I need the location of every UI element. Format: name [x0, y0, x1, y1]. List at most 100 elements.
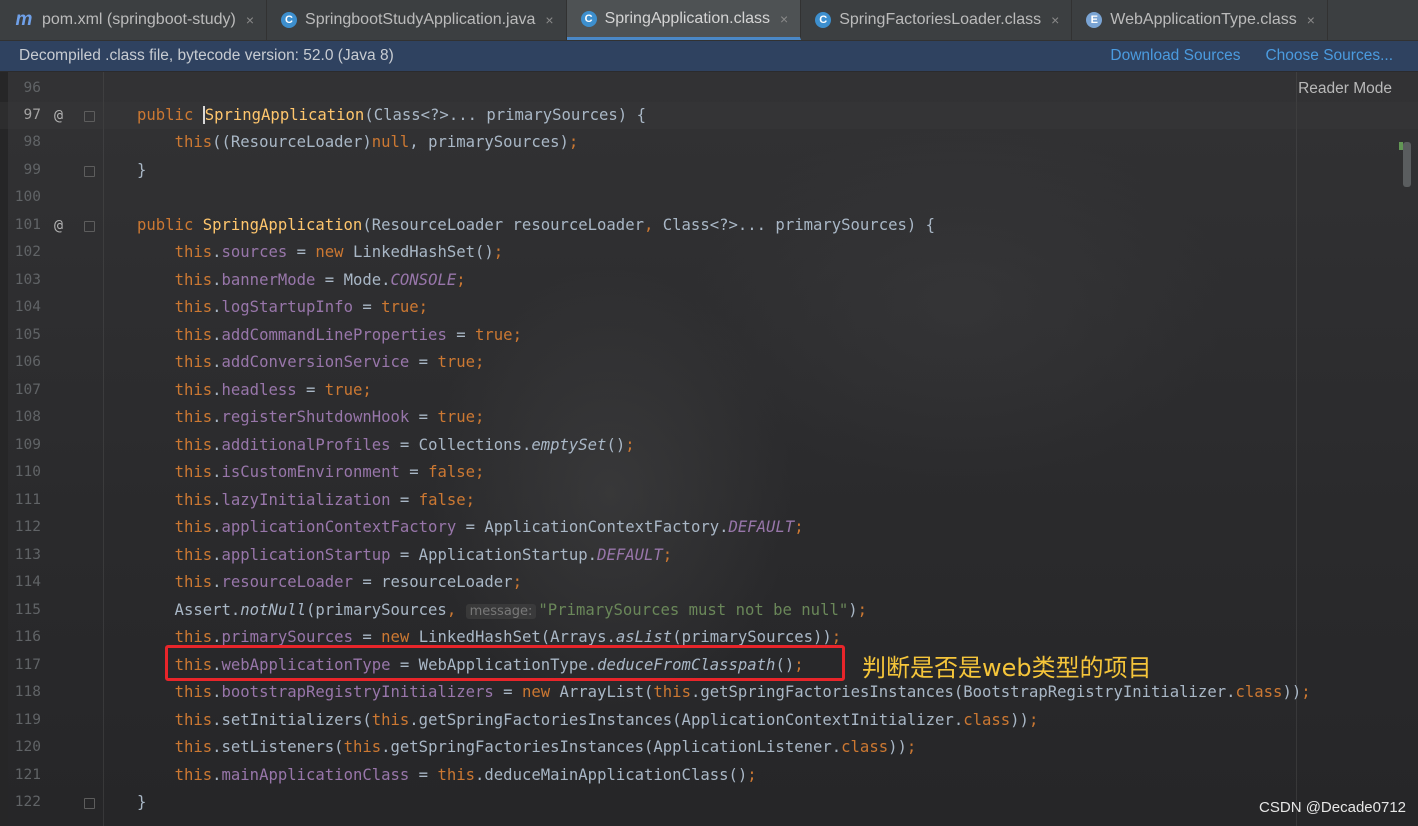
watermark: CSDN @Decade0712 [1259, 799, 1406, 816]
code-line: 109 this.additionalProfiles = Collection… [0, 432, 1418, 459]
code-text: this.lazyInitialization = false; [174, 491, 476, 509]
tab-springapplication-class[interactable]: C SpringApplication.class × [566, 0, 802, 40]
tab-pom-xml-springboot-study[interactable]: m pom.xml (springboot-study) × [0, 0, 268, 40]
maven-icon: m [15, 9, 33, 30]
code-text: this.additionalProfiles = Collections.em… [174, 436, 635, 454]
tab-label: WebApplicationType.class [1110, 11, 1297, 28]
code-line: 107 this.headless = true; [0, 377, 1418, 404]
code-line: 121 this.mainApplicationClass = this.ded… [0, 762, 1418, 789]
line-number: 115 [14, 602, 41, 618]
tab-springbootstudyapplication-java[interactable]: C SpringbootStudyApplication.java × [267, 0, 567, 40]
code-text: this.applicationStartup = ApplicationSta… [174, 546, 673, 564]
code-text: Assert.notNull(primarySources, message: "… [137, 601, 868, 619]
close-icon[interactable]: × [246, 12, 254, 28]
code-line: 96 [0, 75, 1418, 102]
code-line: 101 @ public SpringApplication(ResourceL… [0, 212, 1418, 239]
line-number: 98 [23, 134, 41, 150]
line-number: 97 [23, 107, 41, 123]
decompiled-notice-text: Decompiled .class file, bytecode version… [19, 47, 394, 64]
code-text: public SpringApplication(Class<?>... pri… [137, 106, 646, 124]
line-number: 96 [23, 80, 41, 96]
line-number: 99 [23, 162, 41, 178]
code-line: 112 this.applicationContextFactory = App… [0, 514, 1418, 541]
code-text: this.headless = true; [174, 381, 372, 399]
code-text: this.bannerMode = Mode.CONSOLE; [174, 271, 466, 289]
code-text: this.setListeners(this.getSpringFactorie… [174, 738, 917, 756]
code-text: } [137, 161, 147, 179]
code-text: this.setInitializers(this.getSpringFacto… [174, 711, 1039, 729]
code-line: 103 this.bannerMode = Mode.CONSOLE; [0, 267, 1418, 294]
vertical-scrollbar[interactable] [1403, 142, 1411, 187]
code-line: 119 this.setInitializers(this.getSpringF… [0, 707, 1418, 734]
line-number: 118 [14, 684, 41, 700]
line-number: 102 [14, 244, 41, 260]
line-number: 121 [14, 767, 41, 783]
code-line: 118 this.bootstrapRegistryInitializers =… [0, 679, 1418, 706]
close-icon[interactable]: × [1051, 12, 1059, 28]
line-number: 122 [14, 794, 41, 810]
choose-sources-link[interactable]: Choose Sources... [1265, 47, 1393, 65]
line-number: 113 [14, 547, 41, 563]
code-text: this.resourceLoader = resourceLoader; [174, 573, 522, 591]
code-line: 99 } [0, 157, 1418, 184]
tab-springfactoriesloader-class[interactable]: C SpringFactoriesLoader.class × [801, 0, 1073, 40]
code-line: 97 @ public SpringApplication(Class<?>..… [0, 102, 1418, 129]
fold-marker-icon[interactable] [84, 798, 95, 809]
code-text: this.registerShutdownHook = true; [174, 408, 485, 426]
fold-marker-icon[interactable] [84, 166, 95, 177]
code-text: public SpringApplication(ResourceLoader … [137, 216, 936, 234]
reader-mode-button[interactable]: Reader Mode [1298, 80, 1392, 98]
close-icon[interactable]: × [1307, 12, 1315, 28]
code-text: this.addCommandLineProperties = true; [174, 326, 522, 344]
override-marker-icon[interactable]: @ [54, 212, 63, 239]
tab-label: SpringbootStudyApplication.java [305, 11, 536, 28]
line-number: 100 [14, 189, 41, 205]
parameter-hint: message: [465, 604, 537, 619]
code-line: 110 this.isCustomEnvironment = false; [0, 459, 1418, 486]
code-text: this.sources = new LinkedHashSet(); [174, 243, 504, 261]
code-line: 106 this.addConversionService = true; [0, 349, 1418, 376]
close-icon[interactable]: × [545, 12, 553, 28]
line-number: 107 [14, 382, 41, 398]
line-number: 117 [14, 657, 41, 673]
download-sources-link[interactable]: Download Sources [1110, 47, 1240, 65]
code-line: 111 this.lazyInitialization = false; [0, 487, 1418, 514]
line-number: 116 [14, 629, 41, 645]
code-line: 100 [0, 184, 1418, 211]
code-text: this.addConversionService = true; [174, 353, 485, 371]
editor-tab-bar: m pom.xml (springboot-study) × C SpringbootS… [0, 0, 1418, 41]
code-text: } [137, 793, 147, 811]
annotation-text: 判断是否是web类型的项目 [862, 654, 1152, 682]
class-icon: C [815, 12, 832, 28]
code-text: this.mainApplicationClass = this.deduceM… [174, 766, 757, 784]
override-marker-icon[interactable]: @ [54, 102, 63, 129]
tab-label: pom.xml (springboot-study) [42, 11, 236, 28]
close-icon[interactable]: × [780, 11, 788, 27]
code-text: this.applicationContextFactory = Applica… [174, 518, 804, 536]
class-icon: C [580, 10, 597, 27]
fold-marker-icon[interactable] [84, 221, 95, 232]
line-number: 111 [14, 492, 41, 508]
line-number: 106 [14, 354, 41, 370]
line-number: 108 [14, 409, 41, 425]
code-line: 104 this.logStartupInfo = true; [0, 294, 1418, 321]
code-line: 102 this.sources = new LinkedHashSet(); [0, 239, 1418, 266]
code-text: this((ResourceLoader)null, primarySource… [174, 133, 579, 151]
line-number: 110 [14, 464, 41, 480]
code-text: this.bootstrapRegistryInitializers = new… [174, 683, 1311, 701]
enum-icon: E [1086, 12, 1103, 28]
code-line: 113 this.applicationStartup = Applicatio… [0, 542, 1418, 569]
code-line: 98 this((ResourceLoader)null, primarySou… [0, 129, 1418, 156]
code-editor[interactable]: 96 97 @ public SpringApplication(Class<?… [0, 72, 1418, 826]
java-class-icon: C [281, 12, 298, 28]
line-number: 112 [14, 519, 41, 535]
tab-webapplicationtype-class[interactable]: E WebApplicationType.class × [1072, 0, 1328, 40]
tab-label: SpringApplication.class [604, 9, 771, 27]
fold-marker-icon[interactable] [84, 111, 95, 122]
code-line: 105 this.addCommandLineProperties = true… [0, 322, 1418, 349]
code-text: this.isCustomEnvironment = false; [174, 463, 485, 481]
decompiled-notice-banner: Decompiled .class file, bytecode version… [0, 41, 1418, 71]
code-line: 115 Assert.notNull(primarySources, messa… [0, 597, 1418, 624]
line-number: 103 [14, 272, 41, 288]
code-line: 114 this.resourceLoader = resourceLoader… [0, 569, 1418, 596]
